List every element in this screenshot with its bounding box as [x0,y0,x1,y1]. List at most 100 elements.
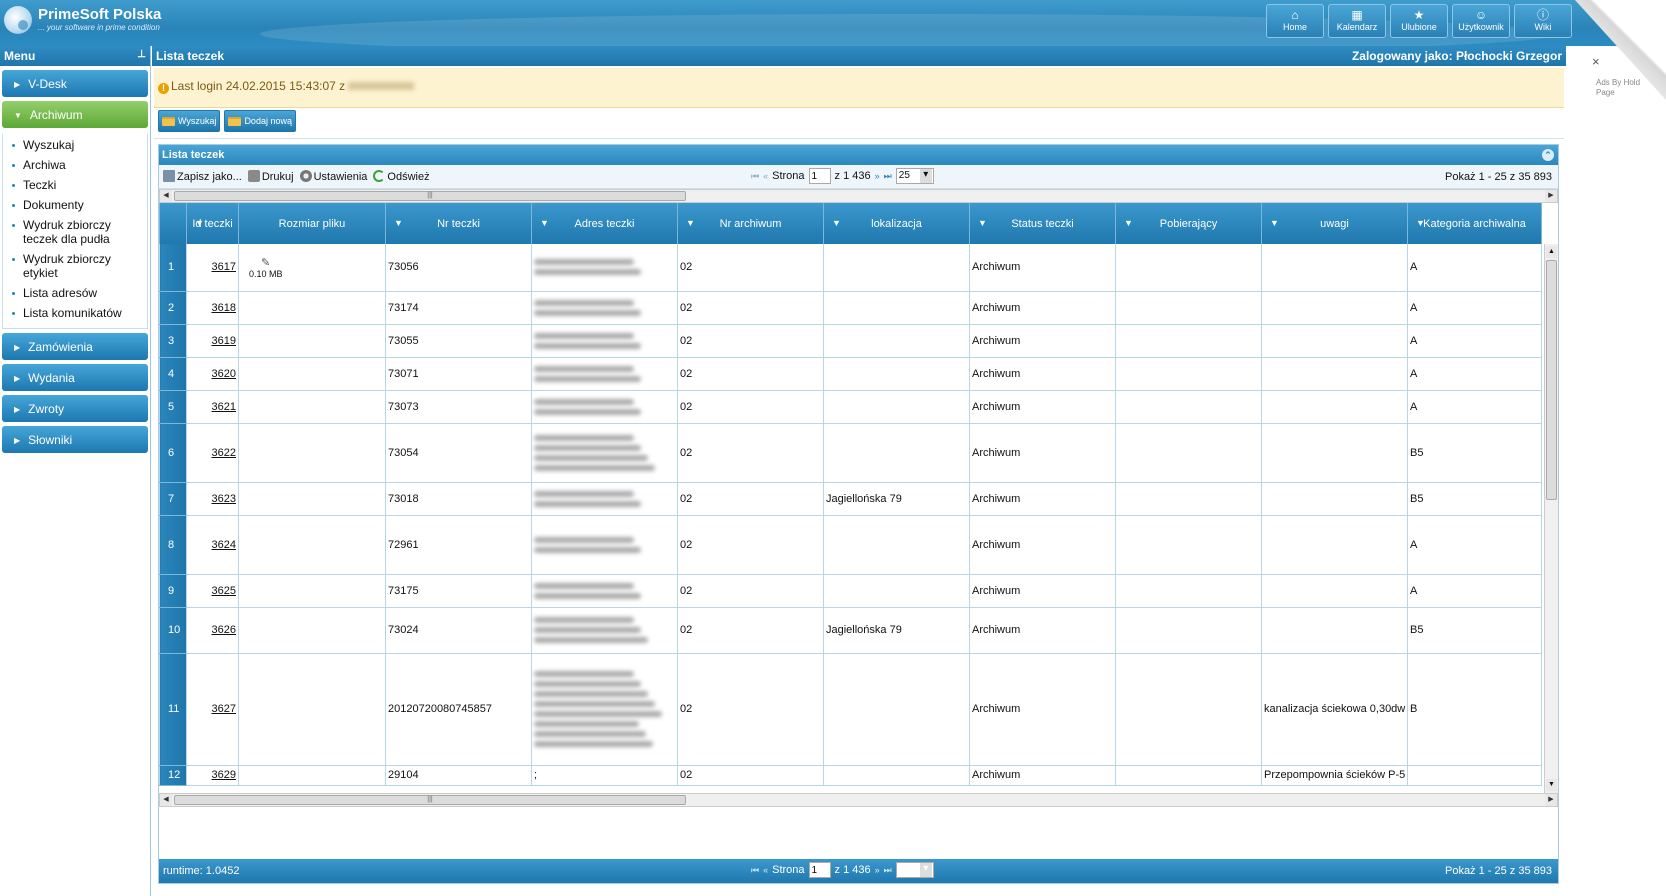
filter-icon[interactable]: ▼ [540,218,549,228]
sidebar-section-1[interactable]: ▼ Archiwum [2,101,148,128]
table-row[interactable]: 2 3618 73174 02 Archiwum A [159,291,1542,325]
table-row[interactable]: 4 3620 73071 02 Archiwum A [159,357,1542,391]
first-page-icon[interactable]: ⏮ [751,171,759,182]
table-row[interactable]: 9 3625 73175 02 Archiwum A [159,574,1542,608]
vertical-scroll-thumb[interactable] [1546,260,1557,500]
scroll-left-bottom-icon[interactable]: ◀ [160,794,172,806]
folder-id-link[interactable]: 3619 [186,324,239,358]
attachment-icon[interactable]: ✎ [249,256,385,269]
sidebar-item[interactable]: Dokumenty [3,196,147,216]
prev-page-bottom-icon[interactable]: « [763,865,768,875]
add-new-button[interactable]: Dodaj nową [224,110,296,132]
folder-id-link[interactable]: 3618 [186,291,239,325]
column-header[interactable]: ▼ uwagi [1261,203,1408,244]
filter-icon[interactable]: ▼ [832,218,841,228]
column-header[interactable]: ▼ Nr teczki [385,203,532,244]
table-row[interactable]: 11 3627 20120720080745857 02 Archiwum kanaliz… [159,653,1542,766]
scroll-left-icon[interactable]: ◀ [160,190,172,202]
table-row[interactable]: 1 3617 ✎ 0.10 MB 73056 02 Archiwum A [159,244,1542,292]
table-row[interactable]: 3 3619 73055 02 Archiwum A [159,324,1542,358]
folder-id-link[interactable]: 3621 [186,390,239,424]
filter-icon[interactable]: ▼ [686,218,695,228]
page-input-bottom[interactable] [808,862,831,878]
nav-kalendarz-button[interactable]: ▦ Kalendarz [1328,4,1386,38]
sidebar-section-4[interactable]: ▶ Zwroty [2,395,148,422]
nav-home-button[interactable]: ⌂ Home [1266,4,1324,38]
folder-id-link[interactable]: 3617 [186,244,239,292]
vertical-scrollbar[interactable]: ▲ ▼ [1544,244,1558,793]
table-row[interactable]: 8 3624 72961 02 Archiwum A [159,515,1542,575]
table-row[interactable]: 5 3621 73073 02 Archiwum A [159,390,1542,424]
sidebar-section-3[interactable]: ▶ Wydania [2,364,148,391]
last-page-bottom-icon[interactable]: ⏭ [884,865,892,876]
sidebar-item[interactable]: Wydruk zbiorczy etykiet [3,250,147,284]
column-header[interactable]: ▼ Id teczki [186,203,239,244]
nav-uytkownik-button[interactable]: ☺ Użytkownik [1452,4,1510,38]
filter-icon[interactable]: ▼ [195,218,204,228]
next-page-bottom-icon[interactable]: » [875,865,880,875]
filter-icon[interactable]: ▼ [1270,218,1279,228]
sidebar-item[interactable]: Wyszukaj [3,136,147,156]
column-header[interactable]: ▼ Pobierający [1115,203,1262,244]
filter-icon[interactable]: ▼ [1124,218,1133,228]
scroll-right-icon[interactable]: ▶ [1545,190,1557,202]
sidebar-section-0[interactable]: ▶ V-Desk [2,70,148,97]
horizontal-scrollbar-bottom[interactable]: ◀ ||| ▶ [159,793,1558,807]
per-page-select[interactable]: 25 [895,168,934,184]
prev-page-icon[interactable]: « [763,171,768,181]
sidebar-item[interactable]: Lista komunikatów [3,304,147,324]
folder-id-link[interactable]: 3623 [186,482,239,516]
settings-button[interactable]: Ustawienia [299,170,367,183]
per-page-select-bottom[interactable]: 25 [895,862,934,878]
table-row[interactable]: 6 3622 73054 02 Archiwum B5 [159,423,1542,483]
save-as-button[interactable]: Zapisz jako... [163,170,242,183]
print-button[interactable]: Drukuj [247,170,294,183]
column-header[interactable]: ▼ lokalizacja [823,203,970,244]
sidebar-section-2[interactable]: ▶ Zamówienia [2,333,148,360]
column-header[interactable]: ▼ Kategoria archiwalna [1407,203,1542,244]
scroll-down-icon[interactable]: ▼ [1546,779,1557,791]
pin-icon[interactable]: ⊥ [137,49,146,63]
table-row[interactable]: 10 3626 73024 02 Jagiellońska 79 Archiwum B5 [159,607,1542,654]
column-header[interactable]: ▼ Nr archiwum [677,203,824,244]
table-row[interactable]: 7 3623 73018 02 Jagiellońska 79 Archiwum B5 [159,482,1542,516]
sidebar-item[interactable]: Archiwa [3,156,147,176]
panel-header: Lista teczek ⌃ [159,145,1558,165]
refresh-button[interactable]: Odśwież [373,170,430,183]
folder-id-link[interactable]: 3629 [186,765,239,786]
filter-icon[interactable]: ▼ [394,218,403,228]
sidebar-item[interactable]: Lista adresów [3,284,147,304]
filter-icon[interactable]: ▼ [978,218,987,228]
file-size-cell[interactable]: ✎ 0.10 MB [238,244,386,292]
filter-icon[interactable]: ▼ [1416,218,1425,228]
table-row[interactable]: 12 3629 29104; 02 Archiwum Przepompownia ście… [159,765,1542,786]
scroll-thumb[interactable]: ||| [174,191,686,201]
sidebar-section-5[interactable]: ▶ Słowniki [2,426,148,453]
scroll-thumb-bottom[interactable]: ||| [174,795,686,805]
sidebar-item[interactable]: Teczki [3,176,147,196]
folder-id-link[interactable]: 3626 [186,607,239,654]
collapse-icon[interactable]: ⌃ [1542,149,1554,161]
folder-id-link[interactable]: 3625 [186,574,239,608]
search-button[interactable]: Wyszukaj [158,110,221,132]
column-header[interactable]: ▼ Adres teczki [531,203,678,244]
folder-id-link[interactable]: 3624 [186,515,239,575]
folder-id-link[interactable]: 3627 [186,653,239,766]
first-page-bottom-icon[interactable]: ⏮ [751,865,759,876]
folder-id-link[interactable]: 3622 [186,423,239,483]
column-header[interactable]: ▼ Status teczki [969,203,1116,244]
column-header[interactable]: Rozmiar pliku [238,203,386,244]
sidebar-item[interactable]: Wydruk zbiorczy teczek dla pudła [3,216,147,250]
ad-close-icon[interactable]: × [1592,54,1600,69]
scroll-up-icon[interactable]: ▲ [1546,246,1557,258]
folder-id-link[interactable]: 3620 [186,357,239,391]
last-page-icon[interactable]: ⏭ [884,171,892,182]
brand-logo[interactable]: PrimeSoft Polska ... your software in pr… [4,6,161,34]
nav-wiki-button[interactable]: ⓘ Wiki [1514,4,1572,38]
scroll-right-bottom-icon[interactable]: ▶ [1545,794,1557,806]
nav-ulubione-button[interactable]: ★ Ulubione [1390,4,1448,38]
horizontal-scrollbar-top[interactable]: ◀ ||| ▶ [159,189,1558,203]
page-input[interactable] [808,168,831,184]
file-size-cell [238,574,386,608]
next-page-icon[interactable]: » [875,171,880,181]
